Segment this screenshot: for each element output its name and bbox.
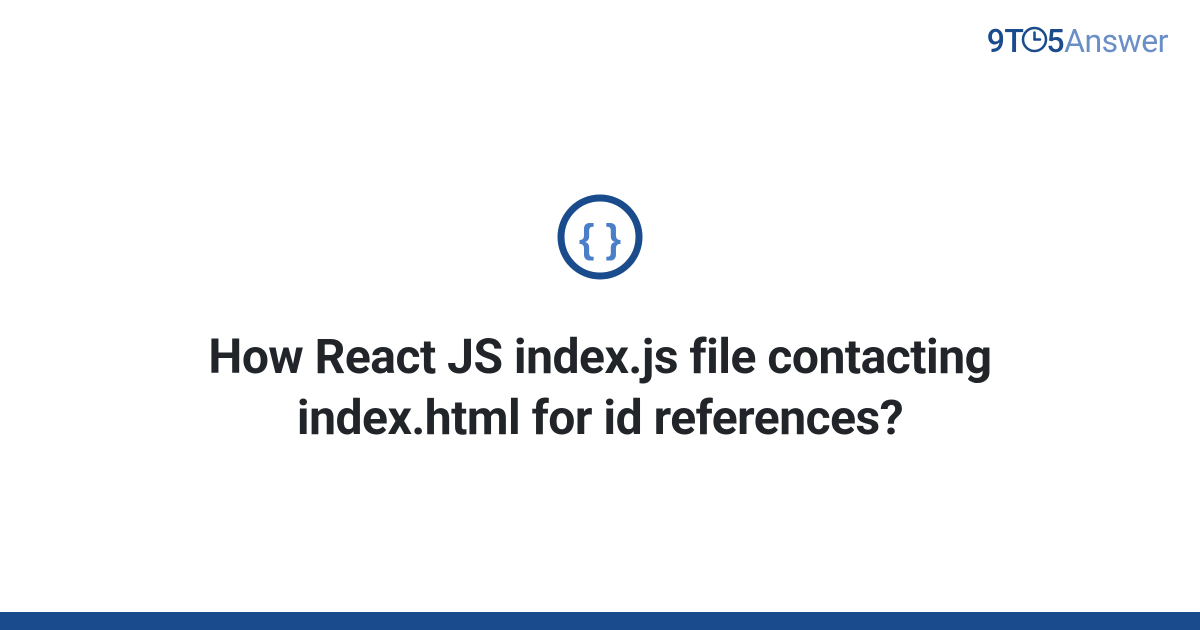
- bottom-accent-bar: [0, 612, 1200, 630]
- svg-text:{ }: { }: [579, 217, 621, 261]
- main-content: { } How React JS index.js file contactin…: [0, 0, 1200, 612]
- code-braces-icon: { }: [557, 194, 643, 280]
- question-title: How React JS index.js file contacting in…: [150, 326, 1050, 449]
- category-icon-wrap: { }: [557, 194, 643, 284]
